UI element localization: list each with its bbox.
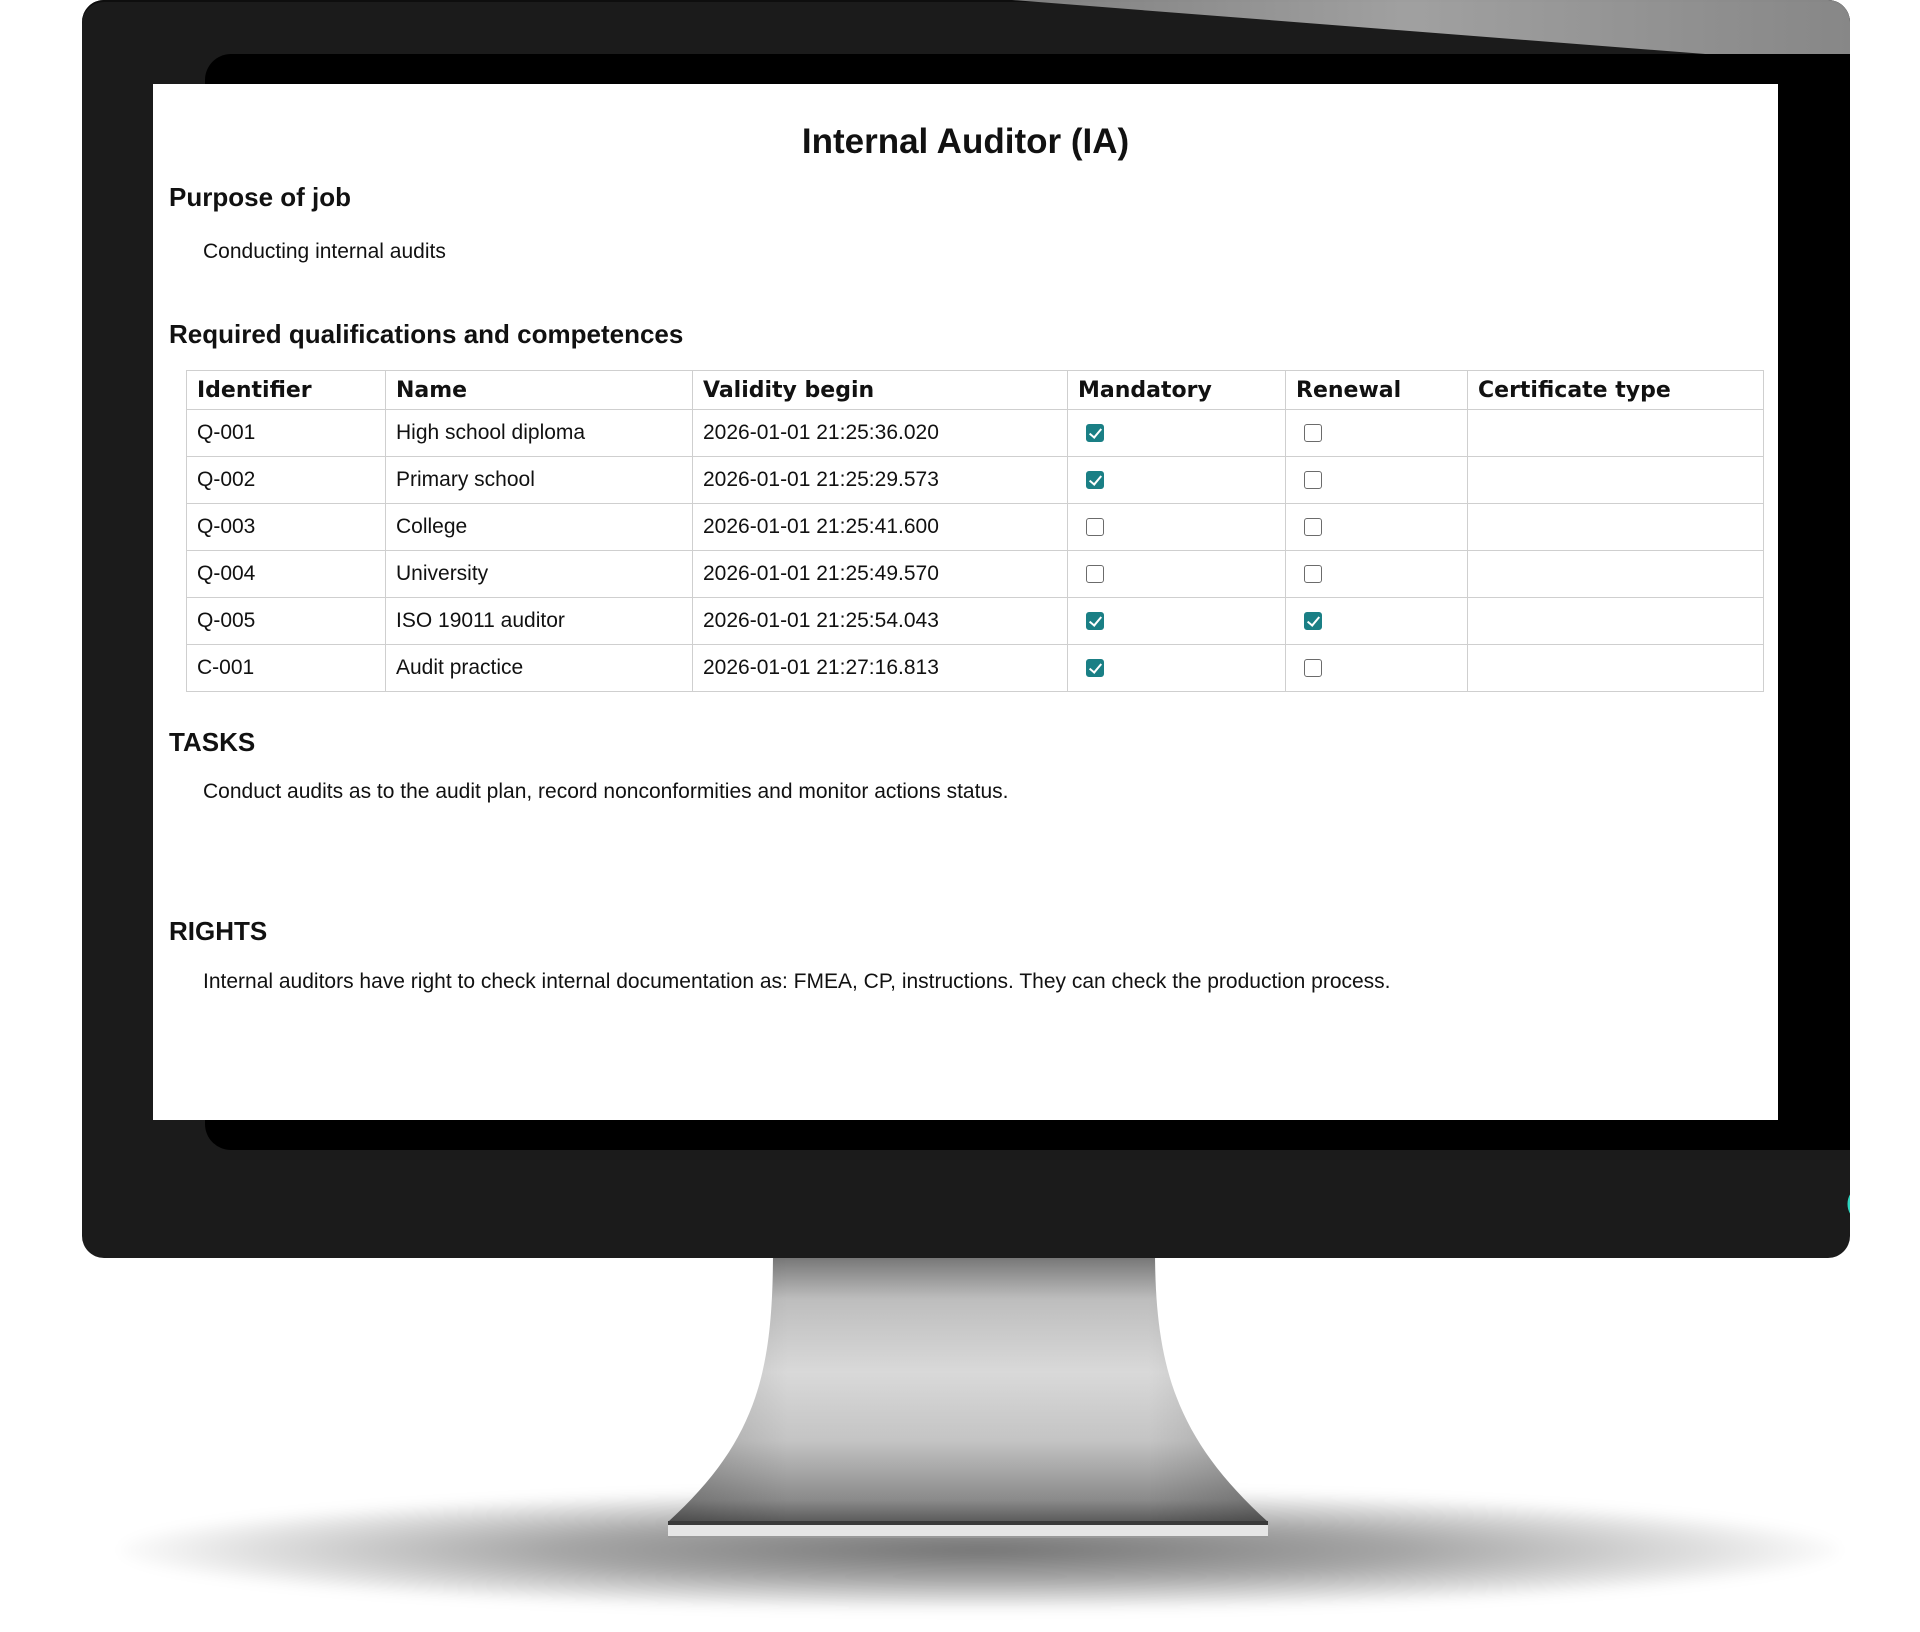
renewal-checkbox[interactable] [1304,518,1322,537]
validity-begin-cell: 2026-01-01 21:25:54.043 [692,597,1068,645]
rights-text: Internal auditors have right to check in… [203,970,1391,993]
validity-begin-cell: 2026-01-01 21:25:29.573 [692,456,1068,504]
certificate-type-cell [1467,456,1764,504]
col-certificate-header: Certificate type [1467,370,1764,410]
col-mandatory-header: Mandatory [1067,370,1286,410]
mandatory-cell [1067,597,1286,645]
identifier-cell: Q-003 [186,503,386,551]
power-icon [1847,1194,1850,1214]
power-button[interactable] [1846,1183,1850,1225]
renewal-cell [1285,409,1468,457]
name-cell: Primary school [385,456,693,504]
identifier-cell: C-001 [186,644,386,692]
col-identifier-header: Identifier [186,370,386,410]
table-row: Q-002 Primary school 2026-01-01 21:25:29.5… [186,456,1764,504]
mandatory-checkbox[interactable] [1086,424,1104,443]
page-title: Internal Auditor (IA) [801,122,1130,161]
identifier-cell: Q-005 [186,597,386,645]
validity-begin-cell: 2026-01-01 21:25:36.020 [692,409,1068,457]
rights-heading: RIGHTS [169,916,268,946]
table-row: Q-003 College 2026-01-01 21:25:41.600 [186,503,1764,551]
mandatory-checkbox[interactable] [1086,659,1104,678]
renewal-checkbox[interactable] [1304,565,1322,584]
certificate-type-cell [1467,550,1764,598]
mandatory-cell [1067,409,1286,457]
identifier-cell: Q-001 [186,409,386,457]
mandatory-checkbox[interactable] [1086,565,1104,584]
col-validity-header: Validity begin [692,370,1068,410]
table-row: Q-004 University 2026-01-01 21:25:49.570 [186,550,1764,598]
name-cell: University [385,550,693,598]
renewal-cell [1285,503,1468,551]
validity-begin-cell: 2026-01-01 21:25:49.570 [692,550,1068,598]
renewal-checkbox[interactable] [1304,424,1322,443]
renewal-checkbox[interactable] [1304,612,1322,631]
mandatory-checkbox[interactable] [1086,471,1104,490]
col-name-header: Name [385,370,693,410]
purpose-heading: Purpose of job [169,182,351,212]
renewal-cell [1285,456,1468,504]
renewal-cell [1285,644,1468,692]
mandatory-checkbox[interactable] [1086,518,1104,537]
screen: Internal Auditor (IA) Purpose of job Con… [153,84,1778,1120]
renewal-checkbox[interactable] [1304,471,1322,490]
identifier-cell: Q-002 [186,456,386,504]
table-header-row: Identifier Name Validity begin Mandatory… [186,370,1764,410]
qualifications-heading: Required qualifications and competences [169,319,684,349]
col-renewal-header: Renewal [1285,370,1468,410]
validity-begin-cell: 2026-01-01 21:27:16.813 [692,644,1068,692]
mandatory-cell [1067,456,1286,504]
table-row: C-001 Audit practice 2026-01-01 21:27:16.8… [186,644,1764,692]
mandatory-cell [1067,503,1286,551]
certificate-type-cell [1467,409,1764,457]
renewal-checkbox[interactable] [1304,659,1322,678]
renewal-cell [1285,597,1468,645]
certificate-type-cell [1467,503,1764,551]
validity-begin-cell: 2026-01-01 21:25:41.600 [692,503,1068,551]
name-cell: High school diploma [385,409,693,457]
identifier-cell: Q-004 [186,550,386,598]
mandatory-cell [1067,644,1286,692]
renewal-cell [1285,550,1468,598]
table-body: Q-001 High school diploma 2026-01-01 21:25… [186,409,1764,692]
monitor-mockup: Internal Auditor (IA) Purpose of job Con… [0,0,1920,1632]
certificate-type-cell [1467,597,1764,645]
qualifications-table: Identifier Name Validity begin Mandatory… [186,370,1764,692]
certificate-type-cell [1467,644,1764,692]
mandatory-cell [1067,550,1286,598]
monitor-stand [658,1250,1278,1540]
name-cell: College [385,503,693,551]
mandatory-checkbox[interactable] [1086,612,1104,631]
purpose-text: Conducting internal audits [203,240,446,263]
table-row: Q-005 ISO 19011 auditor 2026-01-01 21:25:5… [186,597,1764,645]
name-cell: ISO 19011 auditor [385,597,693,645]
tasks-text: Conduct audits as to the audit plan, rec… [203,780,1009,803]
tasks-heading: TASKS [169,727,256,757]
table-row: Q-001 High school diploma 2026-01-01 21:25… [186,409,1764,457]
name-cell: Audit practice [385,644,693,692]
